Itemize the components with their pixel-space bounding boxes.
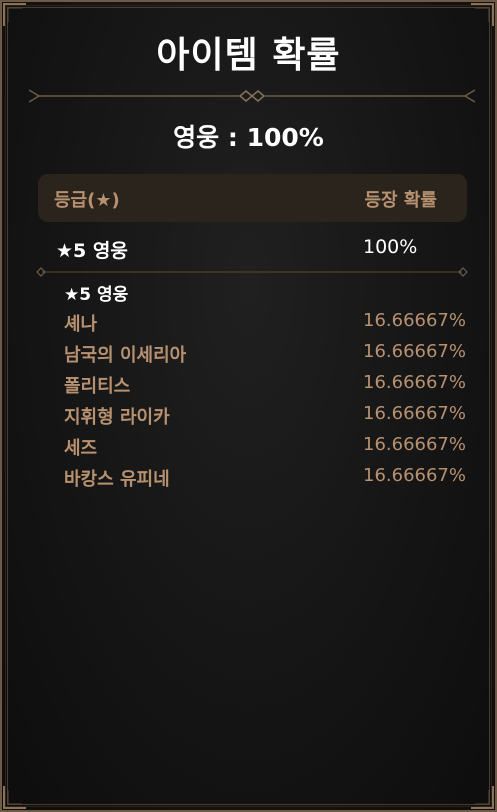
ornament-divider-top <box>29 89 475 103</box>
item-rate: 16.66667% <box>363 434 466 455</box>
list-item: 폴리티스 16.66667% <box>64 372 468 403</box>
item-rate: 16.66667% <box>363 341 466 362</box>
table-header: 등급(★) 등장 확률 <box>38 174 467 222</box>
item-list: 셰나 16.66667% 남국의 이세리아 16.66667% 폴리티스 16.… <box>64 310 468 496</box>
corner-ornament-top-right <box>471 3 494 26</box>
page-title: 아이템 확률 <box>156 35 341 76</box>
item-rate: 16.66667% <box>363 372 466 393</box>
grade-group-name: ★5 영웅 <box>56 240 128 262</box>
item-name: 세즈 <box>64 438 98 459</box>
item-name: 폴리티스 <box>64 376 131 397</box>
item-rate: 16.66667% <box>363 465 466 486</box>
item-rate: 16.66667% <box>363 310 466 331</box>
grade-group-row: ★5 영웅 100% <box>56 236 436 262</box>
rate-column-header: 등장 확률 <box>364 190 437 211</box>
list-item: 바캉스 유피네 16.66667% <box>64 465 468 496</box>
corner-ornament-top-left <box>3 3 26 26</box>
sub-group-label: ★5 영웅 <box>64 285 129 305</box>
list-item: 세즈 16.66667% <box>64 434 468 465</box>
corner-ornament-bottom-right <box>471 786 494 809</box>
corner-ornament-bottom-left <box>3 786 26 809</box>
item-rate: 16.66667% <box>363 403 466 424</box>
rarity-summary: 영웅 : 100% <box>173 123 324 152</box>
item-name: 남국의 이세리아 <box>64 345 187 366</box>
item-name: 지휘형 라이카 <box>64 407 170 428</box>
list-item: 셰나 16.66667% <box>64 310 468 341</box>
item-name: 바캉스 유피네 <box>64 469 170 490</box>
item-name: 셰나 <box>64 314 98 335</box>
grade-group-rate: 100% <box>363 236 418 258</box>
list-item: 지휘형 라이카 16.66667% <box>64 403 468 434</box>
grade-column-header: 등급(★) <box>54 190 120 211</box>
probability-panel: 아이템 확률 영웅 : 100% 등급(★) 등장 확률 ★5 영웅 100% … <box>0 0 497 812</box>
list-item: 남국의 이세리아 16.66667% <box>64 341 468 372</box>
group-divider <box>36 267 468 277</box>
